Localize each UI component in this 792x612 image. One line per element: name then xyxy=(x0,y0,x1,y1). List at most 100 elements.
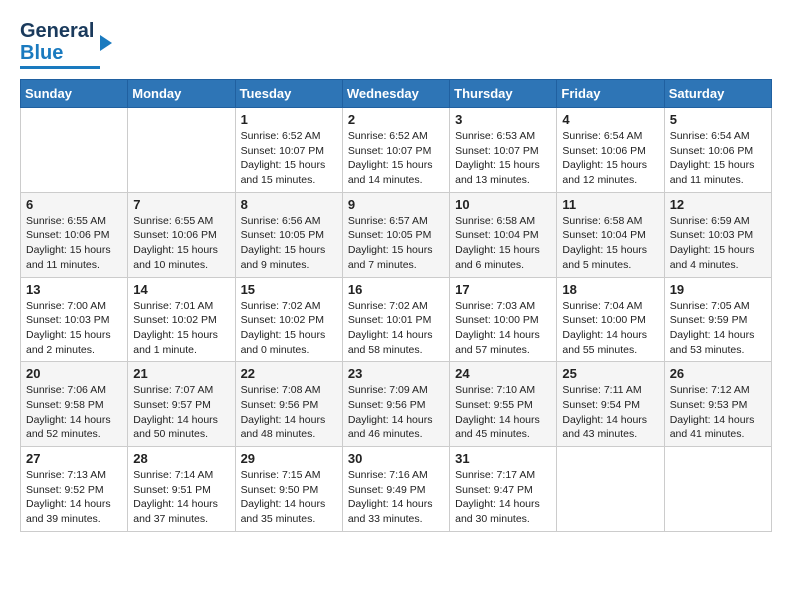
day-number: 14 xyxy=(133,282,229,297)
calendar-cell: 5Sunrise: 6:54 AMSunset: 10:06 PMDayligh… xyxy=(664,108,771,193)
calendar-cell: 2Sunrise: 6:52 AMSunset: 10:07 PMDayligh… xyxy=(342,108,449,193)
day-content: Sunrise: 7:00 AMSunset: 10:03 PMDaylight… xyxy=(26,299,122,358)
day-content: Sunrise: 7:16 AMSunset: 9:49 PMDaylight:… xyxy=(348,468,444,527)
calendar-cell: 13 Sunrise: 7:00 AMSunset: 10:03 PMDaylig… xyxy=(21,277,128,362)
day-number: 9 xyxy=(348,197,444,212)
day-content: Sunrise: 7:04 AMSunset: 10:00 PMDaylight… xyxy=(562,299,658,358)
calendar-cell: 28 Sunrise: 7:14 AMSunset: 9:51 PMDayligh… xyxy=(128,447,235,532)
day-number: 21 xyxy=(133,366,229,381)
day-content: Sunrise: 7:05 AMSunset: 9:59 PMDaylight:… xyxy=(670,299,766,358)
calendar-cell: 31 Sunrise: 7:17 AMSunset: 9:47 PMDayligh… xyxy=(450,447,557,532)
day-content: Sunrise: 7:09 AMSunset: 9:56 PMDaylight:… xyxy=(348,383,444,442)
calendar-cell: 20 Sunrise: 7:06 AMSunset: 9:58 PMDayligh… xyxy=(21,362,128,447)
logo-general: General xyxy=(20,20,94,42)
day-number: 18 xyxy=(562,282,658,297)
weekday-header-wednesday: Wednesday xyxy=(342,80,449,108)
day-number: 11 xyxy=(562,197,658,212)
day-number: 15 xyxy=(241,282,337,297)
day-content: Sunrise: 6:57 AMSunset: 10:05 PMDaylight… xyxy=(348,214,444,273)
day-content: Sunrise: 7:10 AMSunset: 9:55 PMDaylight:… xyxy=(455,383,551,442)
day-content: Sunrise: 6:55 AMSunset: 10:06 PMDaylight… xyxy=(26,214,122,273)
day-content: Sunrise: 7:15 AMSunset: 9:50 PMDaylight:… xyxy=(241,468,337,527)
weekday-header-saturday: Saturday xyxy=(664,80,771,108)
calendar-cell: 24 Sunrise: 7:10 AMSunset: 9:55 PMDayligh… xyxy=(450,362,557,447)
calendar-week-3: 13 Sunrise: 7:00 AMSunset: 10:03 PMDaylig… xyxy=(21,277,772,362)
calendar-cell: 3 Sunrise: 6:53 AMSunset: 10:07 PMDayligh… xyxy=(450,108,557,193)
calendar-cell: 18 Sunrise: 7:04 AMSunset: 10:00 PMDaylig… xyxy=(557,277,664,362)
calendar-cell: 4 Sunrise: 6:54 AMSunset: 10:06 PMDayligh… xyxy=(557,108,664,193)
day-number: 13 xyxy=(26,282,122,297)
day-content: Sunrise: 6:55 AMSunset: 10:06 PMDaylight… xyxy=(133,214,229,273)
day-content: Sunrise: 7:17 AMSunset: 9:47 PMDaylight:… xyxy=(455,468,551,527)
day-content: Sunrise: 7:13 AMSunset: 9:52 PMDaylight:… xyxy=(26,468,122,527)
day-number: 25 xyxy=(562,366,658,381)
weekday-header-thursday: Thursday xyxy=(450,80,557,108)
day-number: 5 xyxy=(670,112,766,127)
calendar-cell: 26 Sunrise: 7:12 AMSunset: 9:53 PMDayligh… xyxy=(664,362,771,447)
calendar-cell xyxy=(664,447,771,532)
calendar-cell: 8Sunrise: 6:56 AMSunset: 10:05 PMDayligh… xyxy=(235,192,342,277)
day-content: Sunrise: 6:52 AMSunset: 10:07 PMDaylight… xyxy=(348,129,444,188)
weekday-header-friday: Friday xyxy=(557,80,664,108)
calendar-cell: 23 Sunrise: 7:09 AMSunset: 9:56 PMDayligh… xyxy=(342,362,449,447)
calendar-cell: 12 Sunrise: 6:59 AMSunset: 10:03 PMDaylig… xyxy=(664,192,771,277)
calendar-week-1: 1Sunrise: 6:52 AMSunset: 10:07 PMDayligh… xyxy=(21,108,772,193)
day-content: Sunrise: 7:11 AMSunset: 9:54 PMDaylight:… xyxy=(562,383,658,442)
day-number: 22 xyxy=(241,366,337,381)
calendar-week-5: 27 Sunrise: 7:13 AMSunset: 9:52 PMDayligh… xyxy=(21,447,772,532)
day-content: Sunrise: 6:58 AMSunset: 10:04 PMDaylight… xyxy=(455,214,551,273)
day-content: Sunrise: 7:01 AMSunset: 10:02 PMDaylight… xyxy=(133,299,229,358)
day-number: 24 xyxy=(455,366,551,381)
calendar-cell: 10 Sunrise: 6:58 AMSunset: 10:04 PMDaylig… xyxy=(450,192,557,277)
weekday-header-tuesday: Tuesday xyxy=(235,80,342,108)
calendar-cell: 25 Sunrise: 7:11 AMSunset: 9:54 PMDayligh… xyxy=(557,362,664,447)
day-number: 26 xyxy=(670,366,766,381)
day-number: 17 xyxy=(455,282,551,297)
day-number: 6 xyxy=(26,197,122,212)
day-number: 23 xyxy=(348,366,444,381)
day-content: Sunrise: 6:53 AMSunset: 10:07 PMDaylight… xyxy=(455,129,551,188)
day-number: 16 xyxy=(348,282,444,297)
day-number: 4 xyxy=(562,112,658,127)
day-content: Sunrise: 7:08 AMSunset: 9:56 PMDaylight:… xyxy=(241,383,337,442)
day-number: 19 xyxy=(670,282,766,297)
day-content: Sunrise: 6:54 AMSunset: 10:06 PMDaylight… xyxy=(562,129,658,188)
day-content: Sunrise: 6:56 AMSunset: 10:05 PMDaylight… xyxy=(241,214,337,273)
weekday-header-monday: Monday xyxy=(128,80,235,108)
calendar-cell: 16 Sunrise: 7:02 AMSunset: 10:01 PMDaylig… xyxy=(342,277,449,362)
day-number: 7 xyxy=(133,197,229,212)
day-number: 31 xyxy=(455,451,551,466)
day-content: Sunrise: 7:14 AMSunset: 9:51 PMDaylight:… xyxy=(133,468,229,527)
day-content: Sunrise: 7:06 AMSunset: 9:58 PMDaylight:… xyxy=(26,383,122,442)
day-number: 10 xyxy=(455,197,551,212)
logo: General Blue xyxy=(20,20,116,69)
calendar-cell: 15 Sunrise: 7:02 AMSunset: 10:02 PMDaylig… xyxy=(235,277,342,362)
day-content: Sunrise: 6:52 AMSunset: 10:07 PMDaylight… xyxy=(241,129,337,188)
calendar-cell: 29 Sunrise: 7:15 AMSunset: 9:50 PMDayligh… xyxy=(235,447,342,532)
logo-blue: Blue xyxy=(20,42,94,64)
day-content: Sunrise: 7:02 AMSunset: 10:01 PMDaylight… xyxy=(348,299,444,358)
day-number: 29 xyxy=(241,451,337,466)
day-content: Sunrise: 7:12 AMSunset: 9:53 PMDaylight:… xyxy=(670,383,766,442)
calendar-cell: 17 Sunrise: 7:03 AMSunset: 10:00 PMDaylig… xyxy=(450,277,557,362)
calendar-cell: 27 Sunrise: 7:13 AMSunset: 9:52 PMDayligh… xyxy=(21,447,128,532)
logo-arrow-icon xyxy=(96,31,116,53)
day-number: 27 xyxy=(26,451,122,466)
day-content: Sunrise: 7:02 AMSunset: 10:02 PMDaylight… xyxy=(241,299,337,358)
day-number: 3 xyxy=(455,112,551,127)
day-content: Sunrise: 7:07 AMSunset: 9:57 PMDaylight:… xyxy=(133,383,229,442)
calendar-week-4: 20 Sunrise: 7:06 AMSunset: 9:58 PMDayligh… xyxy=(21,362,772,447)
calendar-cell: 7 Sunrise: 6:55 AMSunset: 10:06 PMDayligh… xyxy=(128,192,235,277)
calendar-cell: 22 Sunrise: 7:08 AMSunset: 9:56 PMDayligh… xyxy=(235,362,342,447)
calendar-cell: 9 Sunrise: 6:57 AMSunset: 10:05 PMDayligh… xyxy=(342,192,449,277)
calendar-week-2: 6 Sunrise: 6:55 AMSunset: 10:06 PMDayligh… xyxy=(21,192,772,277)
day-content: Sunrise: 6:59 AMSunset: 10:03 PMDaylight… xyxy=(670,214,766,273)
calendar-cell xyxy=(557,447,664,532)
day-number: 28 xyxy=(133,451,229,466)
day-number: 12 xyxy=(670,197,766,212)
calendar-cell: 30Sunrise: 7:16 AMSunset: 9:49 PMDayligh… xyxy=(342,447,449,532)
calendar-cell: 21 Sunrise: 7:07 AMSunset: 9:57 PMDayligh… xyxy=(128,362,235,447)
calendar-cell: 6 Sunrise: 6:55 AMSunset: 10:06 PMDayligh… xyxy=(21,192,128,277)
day-content: Sunrise: 7:03 AMSunset: 10:00 PMDaylight… xyxy=(455,299,551,358)
day-number: 20 xyxy=(26,366,122,381)
